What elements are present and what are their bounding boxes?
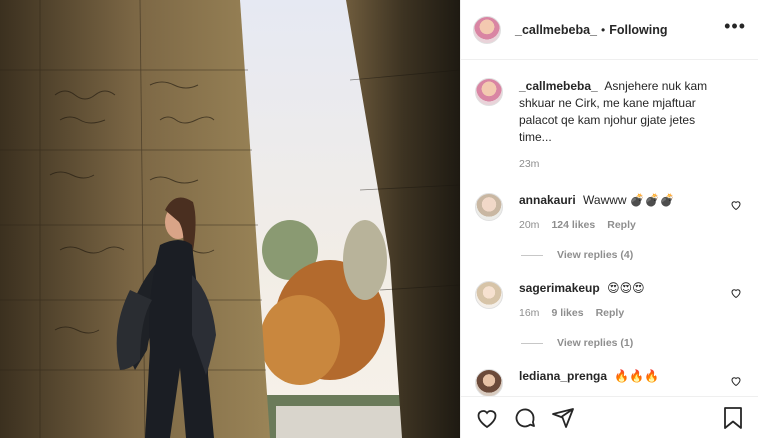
comment-icon[interactable] xyxy=(513,406,537,430)
comment-text: Wawww 💣💣💣 xyxy=(583,193,675,207)
replies-divider xyxy=(521,342,543,344)
more-options-icon[interactable]: ••• xyxy=(724,17,746,39)
post-modal: _callmebeba_ • Following ••• _callmebeba… xyxy=(0,0,758,438)
author-avatar[interactable] xyxy=(473,15,501,44)
comment-username[interactable]: lediana_prenga xyxy=(519,369,607,383)
comment-text: 😍😍😍 xyxy=(607,281,645,295)
comment-likes[interactable]: 124 likes xyxy=(551,219,595,231)
author-username[interactable]: _callmebeba_ xyxy=(515,23,597,37)
comment-time: 16m xyxy=(519,307,540,319)
reply-button[interactable]: Reply xyxy=(607,219,636,231)
comment-item: sagerimakeup 😍😍😍 16m 9 likes Reply xyxy=(475,281,744,319)
view-replies-button[interactable]: View replies (1) xyxy=(521,337,744,349)
reply-button[interactable]: Reply xyxy=(596,307,625,319)
comment-text: 🔥🔥🔥 xyxy=(614,369,660,383)
comment-item: lediana_prenga 🔥🔥🔥 xyxy=(475,369,744,396)
post-photo[interactable] xyxy=(0,0,460,438)
comment-like-heart-icon[interactable] xyxy=(730,375,742,387)
heart-icon[interactable] xyxy=(475,406,499,430)
comments-list[interactable]: _callmebeba_ Asnjehere nuk kam shkuar ne… xyxy=(461,60,758,396)
view-replies-button[interactable]: View replies (4) xyxy=(521,249,744,261)
separator-dot: • xyxy=(601,22,606,37)
following-button[interactable]: Following xyxy=(609,23,667,37)
view-replies-label[interactable]: View replies (1) xyxy=(557,337,633,349)
caption-time: 23m xyxy=(519,158,540,170)
commenter-avatar[interactable] xyxy=(475,193,503,221)
commenter-avatar[interactable] xyxy=(475,369,503,396)
photo-illustration xyxy=(0,0,460,438)
author-avatar[interactable] xyxy=(475,78,503,106)
comment-like-heart-icon[interactable] xyxy=(730,199,742,211)
bookmark-icon[interactable] xyxy=(722,406,744,430)
comment-username[interactable]: annakauri xyxy=(519,193,576,207)
comment-time: 20m xyxy=(519,219,540,231)
post-caption: _callmebeba_ Asnjehere nuk kam shkuar ne… xyxy=(475,78,744,173)
post-header: _callmebeba_ • Following ••• xyxy=(461,0,758,60)
post-actions-bar xyxy=(461,396,758,438)
replies-divider xyxy=(521,254,543,256)
view-replies-label[interactable]: View replies (4) xyxy=(557,249,633,261)
paper-plane-icon[interactable] xyxy=(551,406,575,430)
comment-like-heart-icon[interactable] xyxy=(730,287,742,299)
caption-username[interactable]: _callmebeba_ xyxy=(519,79,598,93)
comment-username[interactable]: sagerimakeup xyxy=(519,281,600,295)
comment-item: annakauri Wawww 💣💣💣 20m 124 likes Reply xyxy=(475,193,744,231)
post-sidebar: _callmebeba_ • Following ••• _callmebeba… xyxy=(460,0,758,438)
commenter-avatar[interactable] xyxy=(475,281,503,309)
comment-likes[interactable]: 9 likes xyxy=(551,307,583,319)
